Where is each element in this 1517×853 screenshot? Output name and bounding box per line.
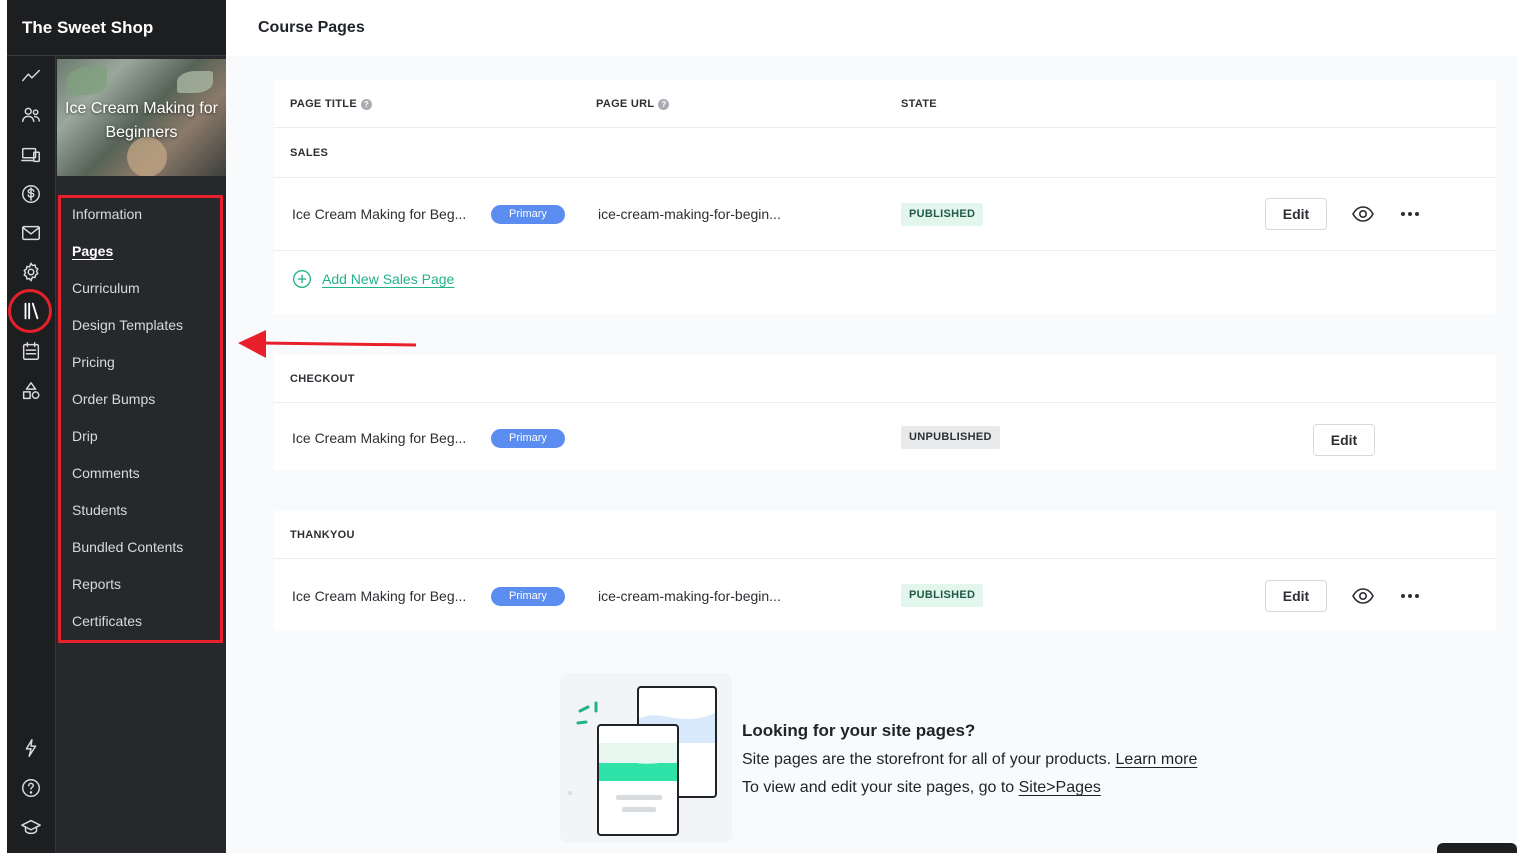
calendar-icon[interactable] — [7, 336, 55, 366]
course-sidebar: Ice Cream Making for Beginners Informati… — [56, 56, 226, 853]
promo-text: To view and edit your site pages, go to — [742, 779, 1019, 796]
edit-button[interactable]: Edit — [1265, 198, 1327, 230]
nav-item-order-bumps[interactable]: Order Bumps — [72, 391, 155, 407]
divider — [274, 402, 1496, 403]
help-icon[interactable]: ? — [658, 98, 670, 110]
divider — [274, 250, 1496, 251]
divider — [274, 177, 1496, 178]
nav-item-curriculum[interactable]: Curriculum — [72, 280, 140, 296]
learn-more-link[interactable]: Learn more — [1116, 751, 1198, 768]
row-page-title[interactable]: Ice Cream Making for Beg... — [292, 588, 466, 604]
edit-button[interactable]: Edit — [1265, 580, 1327, 612]
add-link-label: Add New Sales Page — [322, 271, 455, 287]
row-page-url[interactable]: ice-cream-making-for-begin... — [598, 206, 781, 222]
more-options-icon[interactable] — [1398, 202, 1422, 226]
column-header-page-title: PAGE TITLE ? — [290, 98, 372, 110]
promo-instructions: To view and edit your site pages, go to … — [742, 779, 1101, 797]
nav-item-pages[interactable]: Pages — [72, 243, 113, 259]
chat-widget-tab[interactable] — [1437, 843, 1517, 853]
nav-item-students[interactable]: Students — [72, 502, 127, 518]
add-new-sales-page-link[interactable]: Add New Sales Page — [292, 269, 454, 289]
graduation-cap-icon[interactable] — [7, 812, 55, 842]
section-header-checkout: CHECKOUT — [290, 373, 355, 385]
column-header-state: STATE — [901, 98, 937, 110]
divider — [274, 558, 1496, 559]
promo-description: Site pages are the storefront for all of… — [742, 751, 1197, 769]
page-title: Course Pages — [258, 19, 365, 36]
dollar-icon[interactable] — [7, 179, 55, 209]
row-page-title[interactable]: Ice Cream Making for Beg... — [292, 430, 466, 446]
plus-circle-icon — [293, 270, 311, 288]
edit-button[interactable]: Edit — [1313, 424, 1375, 456]
nav-item-comments[interactable]: Comments — [72, 465, 140, 481]
course-thumbnail[interactable]: Ice Cream Making for Beginners — [57, 59, 226, 176]
nav-item-drip[interactable]: Drip — [72, 428, 98, 444]
eye-icon[interactable] — [1351, 584, 1375, 608]
sales-panel: PAGE TITLE ? PAGE URL ? STATE SALES Ice … — [274, 80, 1496, 314]
promo-title: Looking for your site pages? — [742, 721, 976, 740]
gear-icon[interactable] — [7, 257, 55, 287]
selected-highlight-ring — [8, 289, 52, 333]
row-page-title[interactable]: Ice Cream Making for Beg... — [292, 206, 466, 222]
nav-item-pricing[interactable]: Pricing — [72, 354, 115, 370]
help-icon[interactable]: ? — [360, 98, 372, 110]
site-pages-illustration — [560, 673, 732, 843]
row-page-url[interactable]: ice-cream-making-for-begin... — [598, 588, 781, 604]
promo-text: Site pages are the storefront for all of… — [742, 751, 1116, 768]
bolt-icon[interactable] — [7, 733, 55, 763]
primary-badge: Primary — [491, 429, 565, 448]
nav-item-reports[interactable]: Reports — [72, 576, 121, 592]
nav-item-bundled-contents[interactable]: Bundled Contents — [72, 539, 183, 555]
primary-badge: Primary — [491, 587, 565, 606]
page-header: Course Pages — [226, 0, 1517, 56]
section-header-sales: SALES — [290, 147, 329, 159]
devices-icon[interactable] — [7, 140, 55, 170]
icon-rail — [7, 56, 56, 853]
more-options-icon[interactable] — [1398, 584, 1422, 608]
thankyou-panel: THANKYOU Ice Cream Making for Beg... Pri… — [274, 511, 1496, 631]
status-badge: PUBLISHED — [901, 203, 984, 226]
divider — [274, 127, 1496, 128]
nav-item-certificates[interactable]: Certificates — [72, 613, 142, 629]
status-badge: UNPUBLISHED — [901, 426, 1000, 449]
site-pages-link[interactable]: Site>Pages — [1019, 779, 1101, 796]
brand-name[interactable]: The Sweet Shop — [7, 0, 226, 56]
course-title: Ice Cream Making for Beginners — [65, 100, 218, 141]
column-label: PAGE URL — [596, 98, 655, 110]
column-label: PAGE TITLE — [290, 98, 357, 110]
leaf-decoration — [177, 71, 213, 93]
nav-item-design-templates[interactable]: Design Templates — [72, 317, 183, 333]
trend-icon[interactable] — [7, 61, 55, 91]
nav-item-information[interactable]: Information — [72, 206, 142, 222]
primary-badge: Primary — [491, 205, 565, 224]
mail-icon[interactable] — [7, 218, 55, 248]
checkout-panel: CHECKOUT Ice Cream Making for Beg... Pri… — [274, 355, 1496, 470]
eye-icon[interactable] — [1351, 202, 1375, 226]
users-icon[interactable] — [7, 100, 55, 130]
column-header-page-url: PAGE URL ? — [596, 98, 670, 110]
leaf-decoration — [67, 67, 107, 95]
status-badge: PUBLISHED — [901, 584, 984, 607]
help-circle-icon[interactable] — [7, 773, 55, 803]
shapes-icon[interactable] — [7, 376, 55, 406]
window-edge — [0, 0, 7, 853]
section-header-thankyou: THANKYOU — [290, 529, 355, 541]
